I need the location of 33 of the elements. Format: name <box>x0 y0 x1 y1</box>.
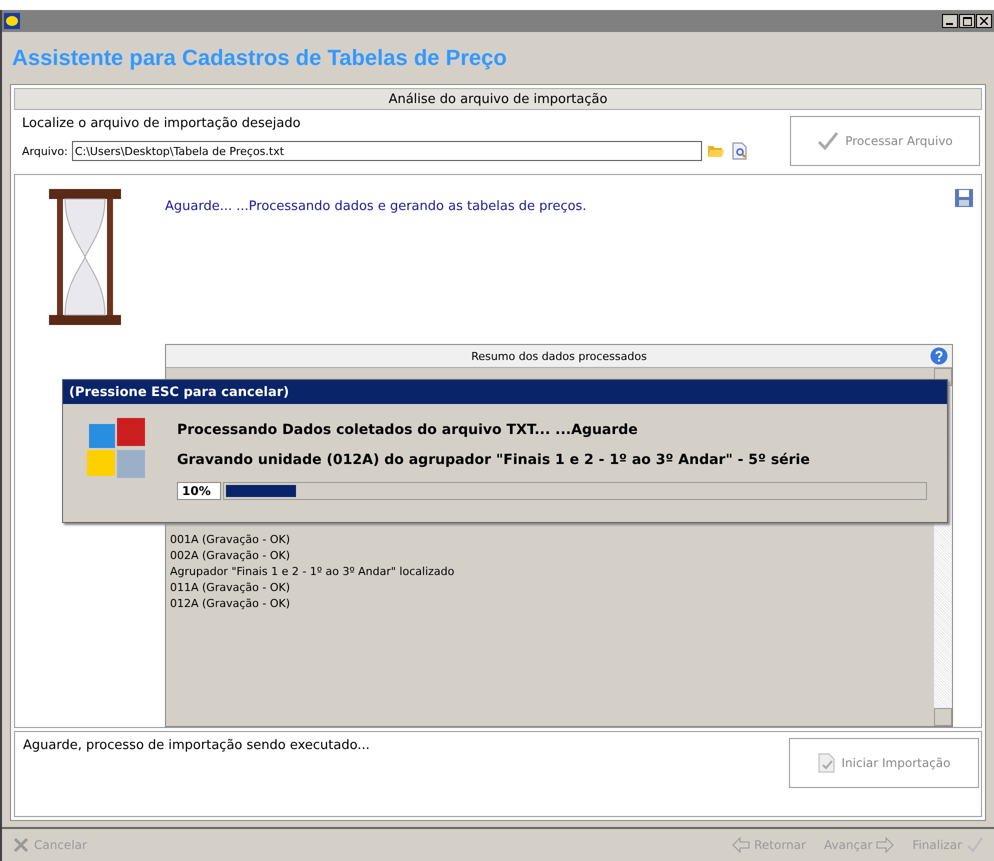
file-path-field[interactable]: C:\Users\Desktop\Tabela de Preços.txt <box>72 141 702 161</box>
panel-header: Resumo dos dados processados <box>166 345 952 368</box>
close-button[interactable] <box>976 14 992 28</box>
maximize-icon <box>962 16 972 26</box>
dialog-message: Processando Dados coletados do arquivo TXT... ...Aguarde <box>177 422 639 438</box>
maximize-button[interactable] <box>959 14 975 28</box>
field-label: Arquivo: <box>22 144 68 158</box>
dialog-title: (Pressione ESC para cancelar) <box>63 380 947 404</box>
folder-icon <box>706 144 725 158</box>
log-line: 011A (Gravação - OK) <box>170 580 291 596</box>
log-line: Agrupador "Finais 1 e 2 - 1º ao 3º Andar" localizado <box>170 564 456 580</box>
dialog-detail: Gravando unidade (012A) do agrupador "Finais 1 e 2 - 1º ao 3º Andar" - 5º série <box>177 452 811 468</box>
left-arrow-icon <box>732 837 750 853</box>
checkmark-icon <box>817 131 840 151</box>
log-line: 012A (Gravação - OK) <box>170 596 291 612</box>
minimize-button[interactable] <box>942 14 958 28</box>
close-icon <box>12 836 30 854</box>
progress-percent: 10% <box>177 482 221 500</box>
close-icon <box>980 17 988 25</box>
log-line: 001A (Gravação - OK) <box>170 532 291 548</box>
status-message: Aguarde... ...Processando dados e gerando as tabelas de preços. <box>165 199 586 216</box>
document-search-icon <box>732 142 748 160</box>
save-icon[interactable] <box>955 189 973 207</box>
app-icon <box>4 13 20 29</box>
instruction-text: Localize o arquivo de importação desejado <box>22 116 302 131</box>
log-line: 002A (Gravação - OK) <box>170 548 291 564</box>
progress-message: Aguarde, processo de importação sendo executado... <box>23 738 370 755</box>
help-icon[interactable] <box>930 347 948 365</box>
window-title: Assistente para Cadastros de Tabelas de Preço <box>12 45 507 71</box>
right-arrow-icon <box>876 837 894 853</box>
section-header: Análise do arquivo de importação <box>14 88 982 110</box>
checkmark-icon <box>966 836 984 854</box>
document-check-icon <box>818 753 836 773</box>
